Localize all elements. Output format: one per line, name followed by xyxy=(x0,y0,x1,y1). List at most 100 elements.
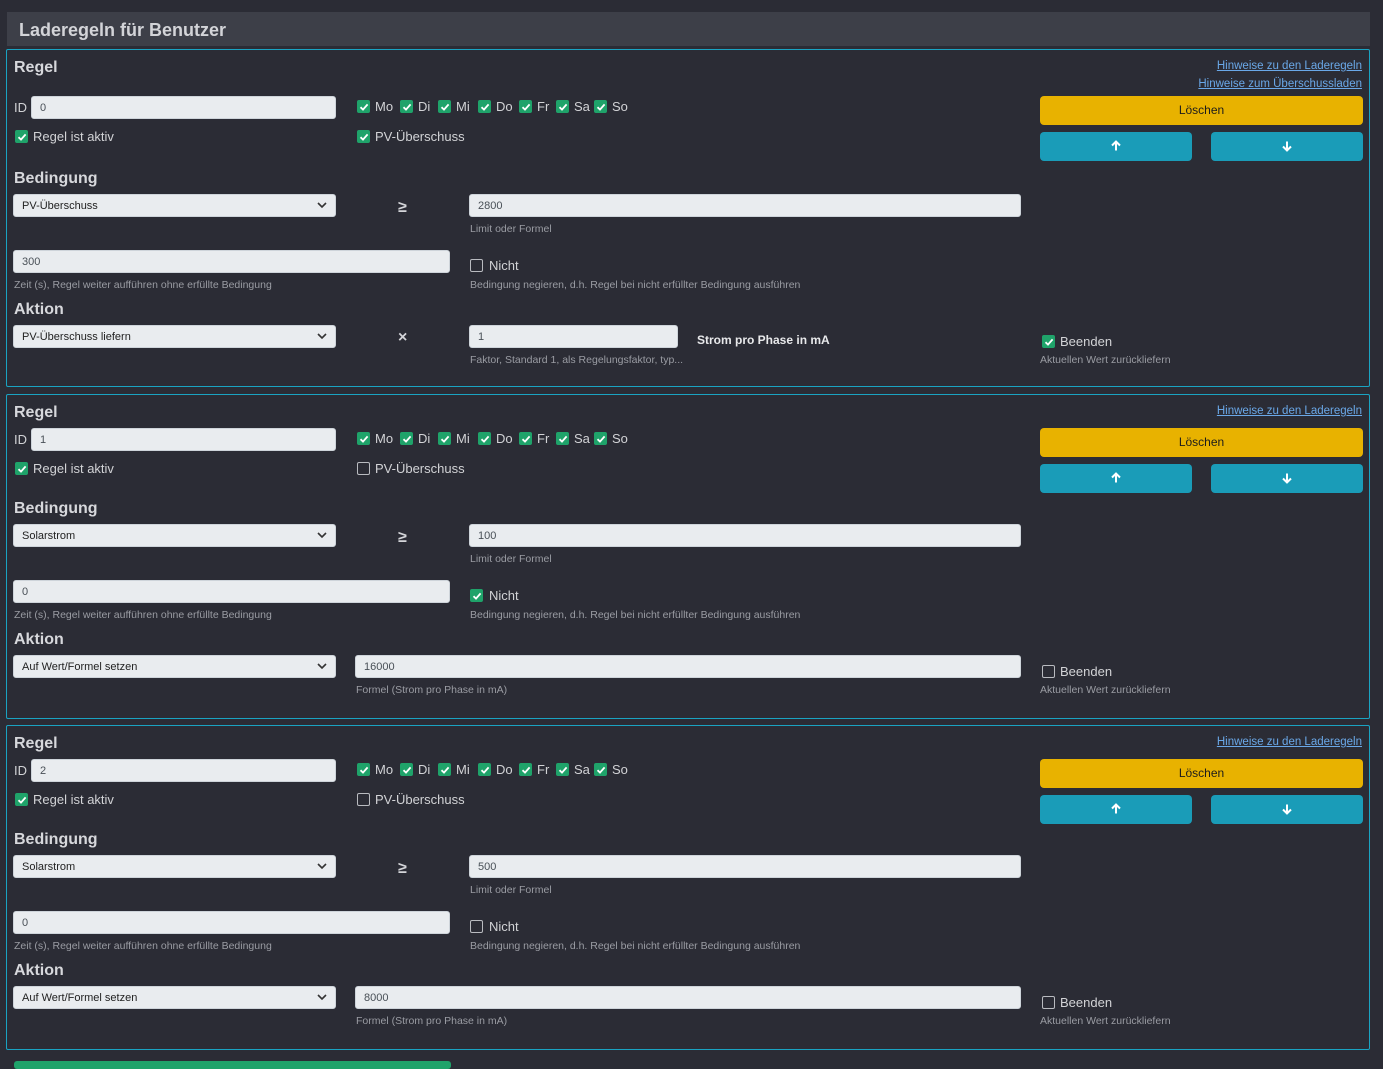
day-label-so: So xyxy=(612,762,628,777)
day-checkbox-sa[interactable] xyxy=(556,100,569,113)
day-checkbox-do[interactable] xyxy=(478,432,491,445)
condition-select[interactable]: Solarstrom xyxy=(13,524,336,547)
time-input[interactable]: 300 xyxy=(13,250,450,273)
rule-id-input[interactable]: 0 xyxy=(31,96,336,119)
day-label-sa: Sa xyxy=(574,431,590,446)
hint-link-rules[interactable]: Hinweise zu den Laderegeln xyxy=(1217,736,1362,748)
move-down-button[interactable] xyxy=(1211,795,1363,824)
day-label-so: So xyxy=(612,99,628,114)
id-label: ID xyxy=(14,432,27,447)
day-label-do: Do xyxy=(496,99,513,114)
day-checkbox-di[interactable] xyxy=(400,432,413,445)
move-up-button[interactable] xyxy=(1040,464,1192,493)
time-hint: Zeit (s), Regel weiter aufführen ohne er… xyxy=(14,940,272,952)
move-up-button[interactable] xyxy=(1040,132,1192,161)
hint-link-rules[interactable]: Hinweise zu den Laderegeln xyxy=(1217,405,1362,417)
rule-id-input[interactable]: 2 xyxy=(31,759,336,782)
end-checkbox[interactable] xyxy=(1042,665,1055,678)
id-label: ID xyxy=(14,763,27,778)
limit-input[interactable]: 2800 xyxy=(469,194,1021,217)
greater-equal-icon: ≥ xyxy=(398,860,407,877)
condition-value: Solarstrom xyxy=(22,530,76,542)
rule-id-input[interactable]: 1 xyxy=(31,428,336,451)
end-label: Beenden xyxy=(1060,334,1113,349)
action-select[interactable]: Auf Wert/Formel setzen xyxy=(13,986,336,1009)
day-checkbox-fr[interactable] xyxy=(519,763,532,776)
rule-active-label: Regel ist aktiv xyxy=(33,792,114,807)
formula-input[interactable]: 16000 xyxy=(355,655,1021,678)
action-section-title: Aktion xyxy=(14,631,64,648)
condition-select[interactable]: PV-Überschuss xyxy=(13,194,336,217)
limit-hint: Limit oder Formel xyxy=(470,884,552,896)
add-rule-button[interactable] xyxy=(14,1061,451,1069)
negate-hint: Bedingung negieren, d.h. Regel bei nicht… xyxy=(470,279,801,291)
day-checkbox-sa[interactable] xyxy=(556,763,569,776)
day-checkbox-sa[interactable] xyxy=(556,432,569,445)
condition-section-title: Bedingung xyxy=(14,500,98,517)
day-checkbox-di[interactable] xyxy=(400,763,413,776)
action-section-title: Aktion xyxy=(14,962,64,979)
day-checkbox-so[interactable] xyxy=(594,763,607,776)
move-up-button[interactable] xyxy=(1040,795,1192,824)
rule-section-title: Regel xyxy=(14,404,58,421)
pv-surplus-checkbox[interactable] xyxy=(357,462,370,475)
rule-card: Regel Hinweise zu den Laderegeln ID 1 Mo Di Mi… xyxy=(6,394,1370,719)
condition-value: PV-Überschuss xyxy=(22,200,98,212)
end-checkbox[interactable] xyxy=(1042,996,1055,1009)
action-select[interactable]: Auf Wert/Formel setzen xyxy=(13,655,336,678)
limit-input[interactable]: 500 xyxy=(469,855,1021,878)
move-down-button[interactable] xyxy=(1211,132,1363,161)
rule-active-checkbox[interactable] xyxy=(15,793,28,806)
id-label: ID xyxy=(14,100,27,115)
formula-input[interactable]: 8000 xyxy=(355,986,1021,1009)
pv-surplus-checkbox[interactable] xyxy=(357,793,370,806)
rule-active-checkbox[interactable] xyxy=(15,130,28,143)
day-checkbox-mi[interactable] xyxy=(438,763,451,776)
time-input[interactable]: 0 xyxy=(13,580,450,603)
rule-section-title: Regel xyxy=(14,59,58,76)
pv-surplus-checkbox[interactable] xyxy=(357,130,370,143)
pv-surplus-label: PV-Überschuss xyxy=(375,792,465,807)
day-checkbox-do[interactable] xyxy=(478,763,491,776)
greater-equal-icon: ≥ xyxy=(398,199,407,216)
hint-link-surplus[interactable]: Hinweise zum Überschussladen xyxy=(1198,78,1362,90)
day-checkbox-fr[interactable] xyxy=(519,432,532,445)
rule-active-label: Regel ist aktiv xyxy=(33,129,114,144)
day-label-di: Di xyxy=(418,762,431,777)
day-checkbox-do[interactable] xyxy=(478,100,491,113)
negate-checkbox[interactable] xyxy=(470,589,483,602)
end-hint: Aktuellen Wert zurückliefern xyxy=(1040,684,1171,696)
day-checkbox-mo[interactable] xyxy=(357,763,370,776)
delete-rule-button[interactable]: Löschen xyxy=(1040,428,1363,457)
day-checkbox-di[interactable] xyxy=(400,100,413,113)
day-checkbox-so[interactable] xyxy=(594,100,607,113)
day-label-di: Di xyxy=(418,431,431,446)
action-select[interactable]: PV-Überschuss liefern xyxy=(13,325,336,348)
factor-input[interactable]: 1 xyxy=(469,325,678,348)
action-value: PV-Überschuss liefern xyxy=(22,331,131,343)
condition-select[interactable]: Solarstrom xyxy=(13,855,336,878)
day-label-mo: Mo xyxy=(375,431,394,446)
negate-checkbox[interactable] xyxy=(470,259,483,272)
day-checkbox-mi[interactable] xyxy=(438,432,451,445)
day-checkbox-fr[interactable] xyxy=(519,100,532,113)
formula-hint: Formel (Strom pro Phase in mA) xyxy=(356,1015,508,1027)
rule-active-checkbox[interactable] xyxy=(15,462,28,475)
day-label-mi: Mi xyxy=(456,99,470,114)
time-input[interactable]: 0 xyxy=(13,911,450,934)
day-checkbox-mo[interactable] xyxy=(357,432,370,445)
delete-rule-button[interactable]: Löschen xyxy=(1040,759,1363,788)
end-checkbox[interactable] xyxy=(1042,335,1055,348)
limit-input[interactable]: 100 xyxy=(469,524,1021,547)
day-label-fr: Fr xyxy=(537,431,550,446)
day-checkbox-mi[interactable] xyxy=(438,100,451,113)
action-section-title: Aktion xyxy=(14,301,64,318)
delete-rule-button[interactable]: Löschen xyxy=(1040,96,1363,125)
negate-hint: Bedingung negieren, d.h. Regel bei nicht… xyxy=(470,940,801,952)
hint-link-rules[interactable]: Hinweise zu den Laderegeln xyxy=(1217,60,1362,72)
negate-checkbox[interactable] xyxy=(470,920,483,933)
negate-label: Nicht xyxy=(489,258,519,273)
move-down-button[interactable] xyxy=(1211,464,1363,493)
day-checkbox-mo[interactable] xyxy=(357,100,370,113)
day-checkbox-so[interactable] xyxy=(594,432,607,445)
